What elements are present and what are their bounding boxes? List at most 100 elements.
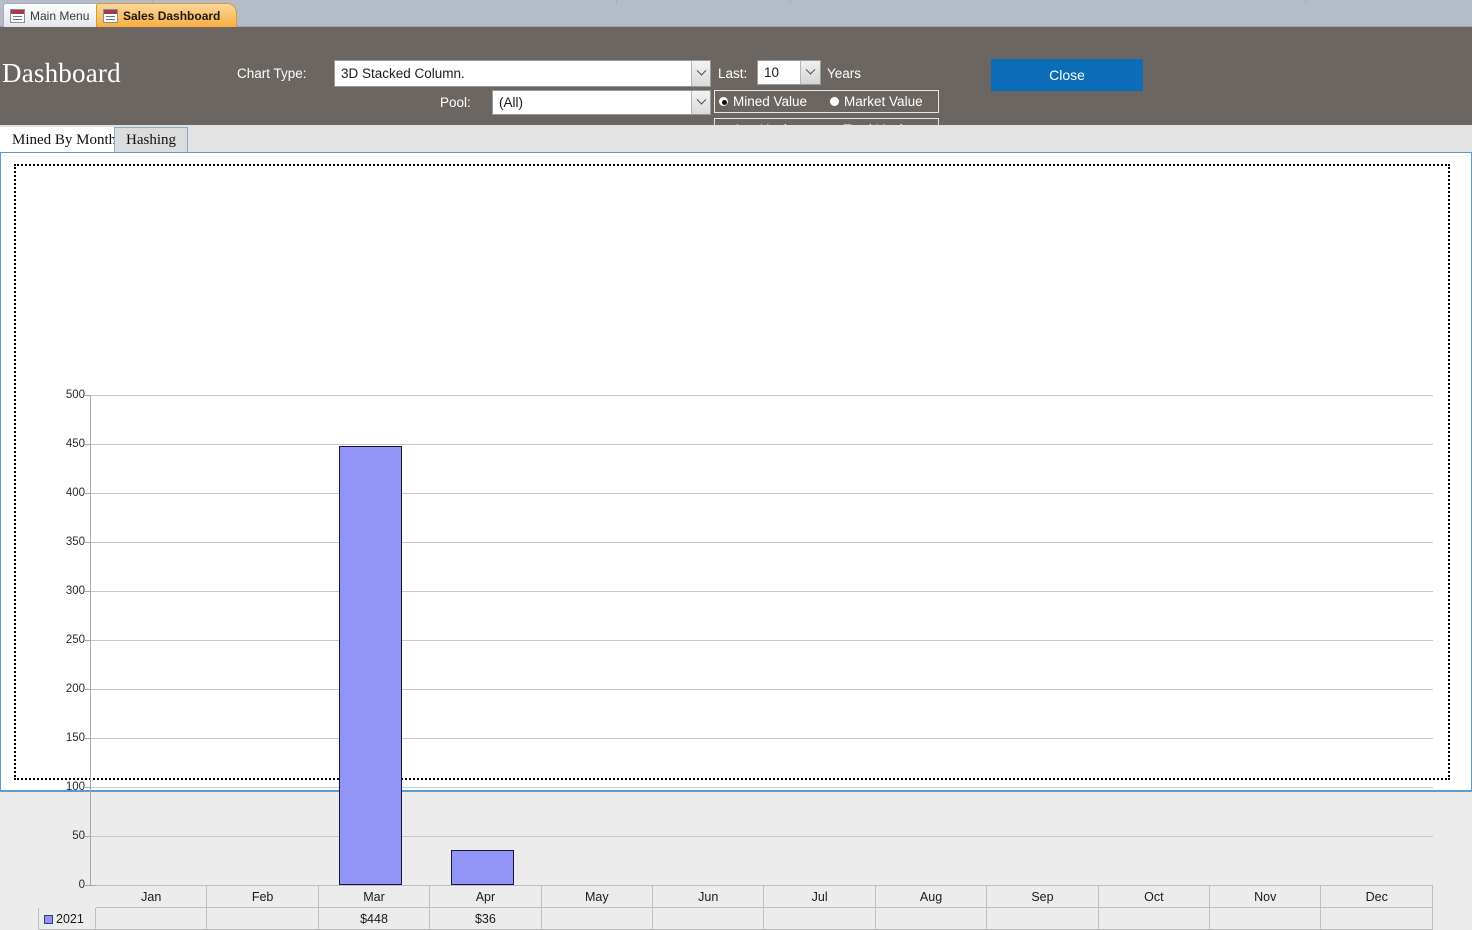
y-axis-tick-label: 450 <box>65 438 85 450</box>
y-axis-tick-label: 100 <box>65 781 85 793</box>
legend-label: 2021 <box>56 911 84 926</box>
grid-line <box>91 591 1433 592</box>
radio-market-value[interactable]: Market Value <box>829 94 923 109</box>
chart-type-combobox[interactable]: 3D Stacked Column. <box>334 60 711 87</box>
form-tab-strip: Mined By Month Hashing <box>0 125 1472 153</box>
data-table-category-header: Feb <box>206 885 319 908</box>
data-table-category-header: Dec <box>1320 885 1433 908</box>
tab-label: Hashing <box>126 132 176 148</box>
y-axis-tick-label: 200 <box>65 683 85 695</box>
data-table-cell <box>652 907 765 930</box>
data-table-cell <box>986 907 1099 930</box>
data-table-cell <box>206 907 319 930</box>
document-tab-sales-dashboard[interactable]: Sales Dashboard <box>96 3 238 27</box>
grid-line <box>91 493 1433 494</box>
chart-data-table: Jan Feb Mar Apr May Jun Jul Aug Sep Oct Nov Dec 202… <box>38 885 1433 930</box>
radio-label: Mined Value <box>733 94 808 109</box>
table-row-categories: Jan Feb Mar Apr May Jun Jul Aug Sep Oct Nov Dec <box>39 885 1433 908</box>
form-icon <box>103 8 118 23</box>
last-label: Last: <box>718 66 748 81</box>
chart-bar[interactable] <box>339 445 403 885</box>
grid-line <box>91 836 1433 837</box>
ribbon-separator <box>790 0 791 4</box>
data-table-category-header: Jul <box>763 885 876 908</box>
chart-type-label: Chart Type: <box>237 66 307 81</box>
ribbon-separator <box>1305 0 1306 4</box>
ribbon-separator <box>616 0 617 4</box>
data-table-cell <box>1209 907 1322 930</box>
y-axis-tick <box>85 444 91 445</box>
y-axis-tick <box>85 787 91 788</box>
pool-combobox[interactable]: (All) <box>492 90 711 115</box>
years-label: Years <box>827 66 862 81</box>
document-tab-main-menu[interactable]: Main Menu <box>3 3 107 27</box>
y-axis-tick-label: 250 <box>65 634 85 646</box>
chart-object[interactable]: 0 50 100 150 200 250 300 350 400 450 500 Jan Feb Mar… <box>14 164 1450 930</box>
chevron-down-icon[interactable] <box>691 61 710 86</box>
page-title: Dashboard <box>2 58 121 88</box>
pool-label: Pool: <box>440 95 471 110</box>
y-axis-tick <box>85 493 91 494</box>
y-axis-tick-label: 500 <box>65 389 85 401</box>
data-table-cell: $448 <box>317 907 431 930</box>
chevron-down-icon[interactable] <box>691 91 710 114</box>
y-axis-tick-label: 50 <box>72 830 85 842</box>
y-axis-tick-label: 150 <box>65 732 85 744</box>
grid-line <box>91 444 1433 445</box>
document-tab-label: Main Menu <box>30 8 90 23</box>
radio-label: Market Value <box>844 94 923 109</box>
radio-indicator-icon <box>829 96 841 107</box>
tab-hashing[interactable]: Hashing <box>114 127 188 153</box>
grid-line <box>91 395 1433 396</box>
tab-content-panel: 0 50 100 150 200 250 300 350 400 450 500 Jan Feb Mar… <box>0 152 1472 930</box>
pool-value: (All) <box>499 95 523 110</box>
form-icon <box>10 8 25 23</box>
y-axis-tick <box>85 640 91 641</box>
y-axis-tick <box>85 738 91 739</box>
data-table-cell <box>94 907 208 930</box>
tab-mined-by-month[interactable]: Mined By Month <box>0 127 129 153</box>
data-table-cell <box>540 907 654 930</box>
radio-indicator-icon <box>718 96 729 107</box>
grid-line <box>91 689 1433 690</box>
data-table-category-header: Oct <box>1097 885 1211 908</box>
chart-bar[interactable] <box>451 849 515 885</box>
y-axis-tick <box>85 542 91 543</box>
y-axis-tick <box>85 836 91 837</box>
legend-swatch-icon <box>44 914 53 924</box>
data-table-cell <box>763 907 876 930</box>
data-table-category-header: Sep <box>986 885 1099 908</box>
grid-line <box>91 640 1433 641</box>
radio-mined-value[interactable]: Mined Value <box>718 94 807 109</box>
legend-spacer <box>39 886 96 908</box>
tab-label: Mined By Month <box>12 132 117 148</box>
y-axis-tick <box>85 885 91 886</box>
data-table-cell <box>1320 907 1433 930</box>
y-axis-tick <box>85 689 91 690</box>
data-table-category-header: Jan <box>94 885 208 908</box>
table-row: 2021 $448 $36 <box>38 907 1433 930</box>
y-axis-tick <box>85 591 91 592</box>
grid-line <box>91 738 1433 739</box>
data-table-cell: $36 <box>429 907 542 930</box>
chart-plot-wrapper: 0 50 100 150 200 250 300 350 400 450 500 Jan Feb Mar… <box>16 166 1448 930</box>
document-tab-strip: Main Menu Sales Dashboard <box>0 0 1472 27</box>
document-tab-label: Sales Dashboard <box>123 8 221 23</box>
grid-line <box>91 542 1433 543</box>
value-mode-radio-group: Mined Value Market Value <box>714 90 939 113</box>
data-table-cell <box>1097 907 1211 930</box>
chart-type-value: 3D Stacked Column. <box>341 66 465 81</box>
data-table-category-header: May <box>540 885 654 908</box>
y-axis-tick-label: 400 <box>65 487 85 499</box>
data-table-category-header: Apr <box>429 885 542 908</box>
y-axis-tick-label: 350 <box>65 536 85 548</box>
dashboard-header-panel: Dashboard Chart Type: 3D Stacked Column.… <box>0 27 1472 141</box>
data-table-category-header: Jun <box>652 885 765 908</box>
data-table-category-header: Aug <box>874 885 988 908</box>
data-table-category-header: Mar <box>317 885 431 908</box>
y-axis-labels: 0 50 100 150 200 250 300 350 400 450 500 <box>38 166 85 891</box>
data-table-category-header: Nov <box>1209 885 1322 908</box>
y-axis-tick-label: 300 <box>65 585 85 597</box>
close-button[interactable]: Close <box>991 59 1143 91</box>
chevron-down-icon[interactable] <box>800 60 821 85</box>
